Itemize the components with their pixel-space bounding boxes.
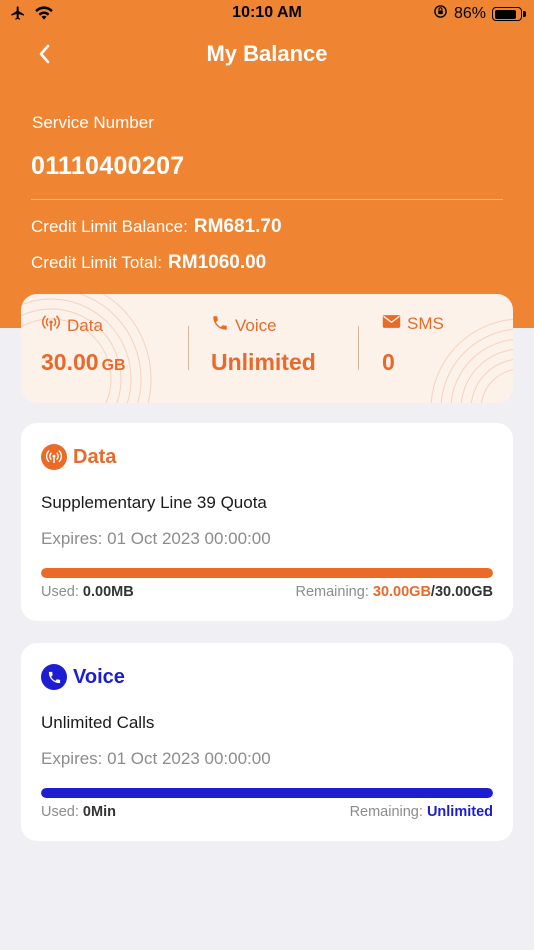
summary-data-value: 30.00 [41,349,99,375]
data-remaining-value: 30.00GB [372,584,431,600]
voice-usage-bar-fill [41,788,493,798]
data-expiry: Expires: 01 Oct 2023 00:00:00 [41,529,271,549]
voice-balance-card[interactable]: Voice Unlimited Calls Expires: 01 Oct 20… [21,643,513,841]
summary-sms-label: SMS [407,314,444,333]
summary-data-unit: GB [101,357,126,374]
balance-summary-card: Data 30.00 GB Voice Unlimited SMS 0 [21,294,513,403]
service-number-label: Service Number [32,113,154,132]
summary-data-label: Data [67,315,103,335]
phone-icon [211,314,229,337]
voice-used-label: Used: [41,804,79,820]
nav-bar: My Balance [0,36,534,76]
summary-voice-label: Voice [235,315,277,335]
voice-remaining-label: Remaining: [349,804,423,820]
credit-total-row: Credit Limit Total: RM1060.00 [31,252,266,274]
header-divider [31,199,503,200]
voice-used: Used: 0Min [41,804,116,820]
battery-percent: 86% [453,5,486,22]
voice-remaining-value: Unlimited [426,804,493,820]
service-number: 01110400207 [31,152,185,180]
data-plan-name: Supplementary Line 39 Quota [41,493,267,512]
credit-balance-value: RM681.70 [193,216,282,237]
voice-expiry: Expires: 01 Oct 2023 00:00:00 [41,749,271,769]
data-usage-bar [41,568,493,578]
voice-expires-value: 01 Oct 2023 00:00:00 [107,749,271,768]
summary-divider [358,326,359,370]
credit-balance-label: Credit Limit Balance: [31,217,188,236]
page-title: My Balance [206,41,328,66]
orientation-lock-icon [433,4,448,24]
data-balance-card[interactable]: Data Supplementary Line 39 Quota Expires… [21,423,513,621]
antenna-icon [41,314,61,337]
summary-divider [188,326,189,370]
summary-voice-value: Unlimited [211,349,316,375]
data-remaining-label: Remaining: [295,584,369,600]
status-bar: 10:10 AM 86% [0,0,534,28]
data-used-value: 0.00MB [82,584,134,600]
data-used-label: Used: [41,584,79,600]
data-expires-value: 01 Oct 2023 00:00:00 [107,529,271,548]
antenna-icon [41,444,67,470]
voice-card-title: Voice [73,665,125,688]
data-usage-bar-fill [41,568,493,578]
credit-total-label: Credit Limit Total: [31,253,163,272]
data-remaining-total: /30.00GB [430,584,493,600]
envelope-icon [382,314,401,334]
data-card-title: Data [73,445,117,468]
summary-sms-value: 0 [382,349,395,375]
voice-used-value: 0Min [82,804,116,820]
header: 10:10 AM 86% My Balance Service Number 0… [0,0,534,328]
voice-usage-bar [41,788,493,798]
credit-balance-row: Credit Limit Balance: RM681.70 [31,216,282,238]
credit-total-value: RM1060.00 [168,252,267,273]
voice-remaining: Remaining: Unlimited [350,804,493,820]
data-remaining: Remaining: 30.00GB/30.00GB [296,584,494,600]
battery-icon [492,7,526,21]
voice-expires-label: Expires: [41,749,103,768]
voice-plan-name: Unlimited Calls [41,713,155,732]
phone-icon [41,664,67,690]
data-expires-label: Expires: [41,529,103,548]
data-used: Used: 0.00MB [41,584,134,600]
